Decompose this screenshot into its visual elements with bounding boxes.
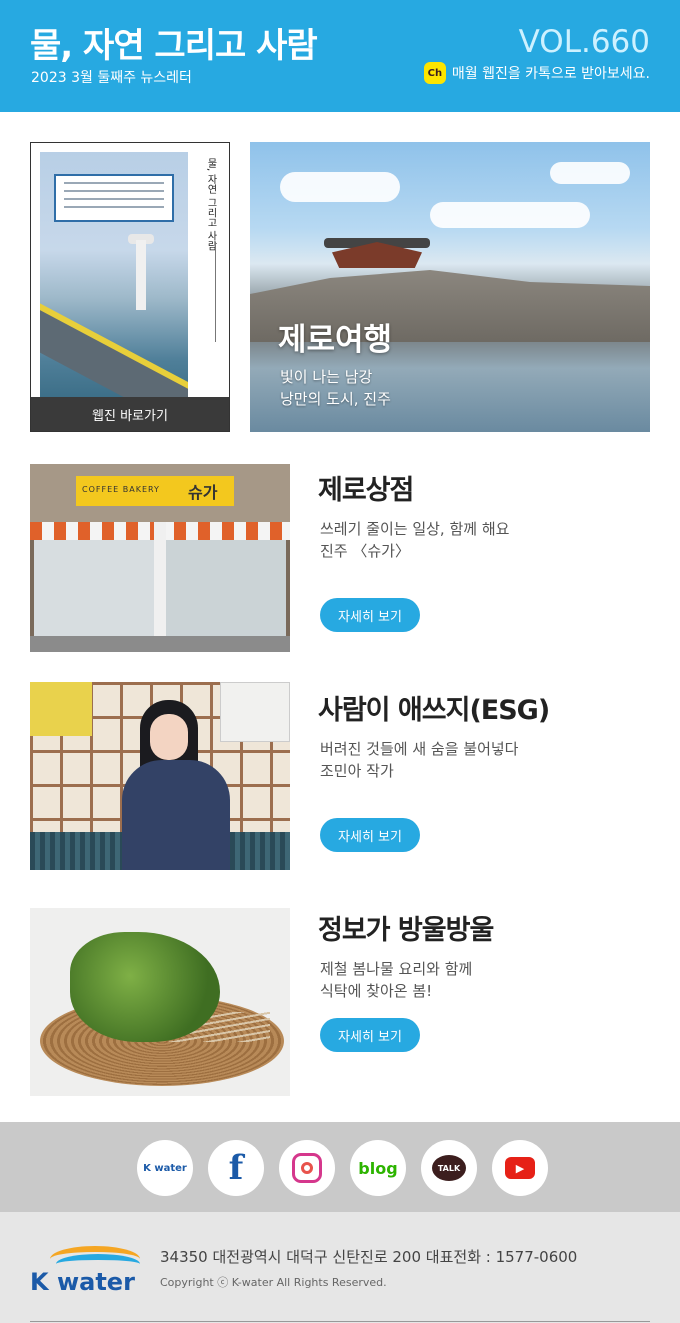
newsletter-subtitle: 2023 3월 둘째주 뉴스레터 (31, 70, 192, 86)
webzine-cover-card[interactable]: 물, 자연 그리고 사람 웹진 바로가기 (30, 142, 230, 432)
youtube-icon[interactable]: ▶ (492, 1140, 548, 1196)
webzine-cover-image (40, 152, 188, 397)
kakao-subscribe-link[interactable]: Ch 매월 웹진을 카톡으로 받아보세요. (423, 62, 650, 84)
article-image-esg[interactable] (30, 682, 290, 870)
newsletter-title: 물, 자연 그리고 사람 (30, 26, 318, 66)
webzine-spine: 물, 자연 그리고 사람 (195, 152, 225, 397)
article-image-zero-shop[interactable]: COFFEE BAKERY 슈가 (30, 464, 290, 652)
hero-banner-zero-travel[interactable]: 제로여행 빛이 나는 남강 낭만의 도시, 진주 (250, 142, 650, 432)
webzine-link-button[interactable]: 웹진 바로가기 (31, 397, 229, 431)
footer-address: 34350 대전광역시 대덕구 신탄진로 200 대표전화 : 1577-060… (160, 1248, 578, 1266)
article-image-spring-greens[interactable] (30, 908, 290, 1096)
article-desc-line1: 제철 봄나물 요리와 함께 (320, 960, 473, 978)
article-desc-line2: 조민아 작가 (320, 762, 394, 780)
kwater-logo: K water (30, 1242, 140, 1298)
social-links-bar: K water f blog TALK ▶ (0, 1122, 680, 1212)
article-desc-line2: 진주 〈슈가〉 (320, 542, 410, 560)
article-desc-line2: 식탁에 찾아온 봄! (320, 982, 433, 1000)
article-title[interactable]: 사람이 애쓰지(ESG) (318, 688, 550, 727)
spine-title: 물, 자연 그리고 사람 (205, 158, 216, 251)
blog-icon[interactable]: blog (350, 1140, 406, 1196)
hero-line1: 빛이 나는 남강 (280, 368, 373, 386)
newsletter-header: 물, 자연 그리고 사람 2023 3월 둘째주 뉴스레터 VOL.660 Ch… (0, 0, 680, 112)
kakao-channel-icon: Ch (423, 62, 446, 84)
article-desc-line1: 버려진 것들에 새 숨을 불어넣다 (320, 740, 519, 758)
footer-copyright: Copyright ⓒ K-water All Rights Reserved. (160, 1276, 387, 1289)
kakao-subscribe-text: 매월 웹진을 카톡으로 받아보세요. (451, 66, 650, 82)
read-more-button[interactable]: 자세히 보기 (320, 1018, 420, 1052)
volume-number: VOL.660 (518, 24, 650, 60)
kwater-icon[interactable]: K water (137, 1140, 193, 1196)
read-more-button[interactable]: 자세히 보기 (320, 598, 420, 632)
footer-divider (30, 1321, 650, 1322)
footer: K water 34350 대전광역시 대덕구 신탄진로 200 대표전화 : … (0, 1212, 680, 1323)
hero-title: 제로여행 (278, 322, 393, 358)
article-title[interactable]: 정보가 방울방울 (318, 908, 494, 947)
hero-line2: 낭만의 도시, 진주 (280, 390, 391, 408)
facebook-icon[interactable]: f (208, 1140, 264, 1196)
article-title[interactable]: 제로상점 (318, 468, 414, 507)
article-desc-line1: 쓰레기 줄이는 일상, 함께 해요 (320, 520, 510, 538)
read-more-button[interactable]: 자세히 보기 (320, 818, 420, 852)
shop-sign: COFFEE BAKERY 슈가 (76, 476, 234, 506)
kakaotalk-icon[interactable]: TALK (421, 1140, 477, 1196)
cover-note (54, 174, 174, 222)
instagram-icon[interactable] (279, 1140, 335, 1196)
